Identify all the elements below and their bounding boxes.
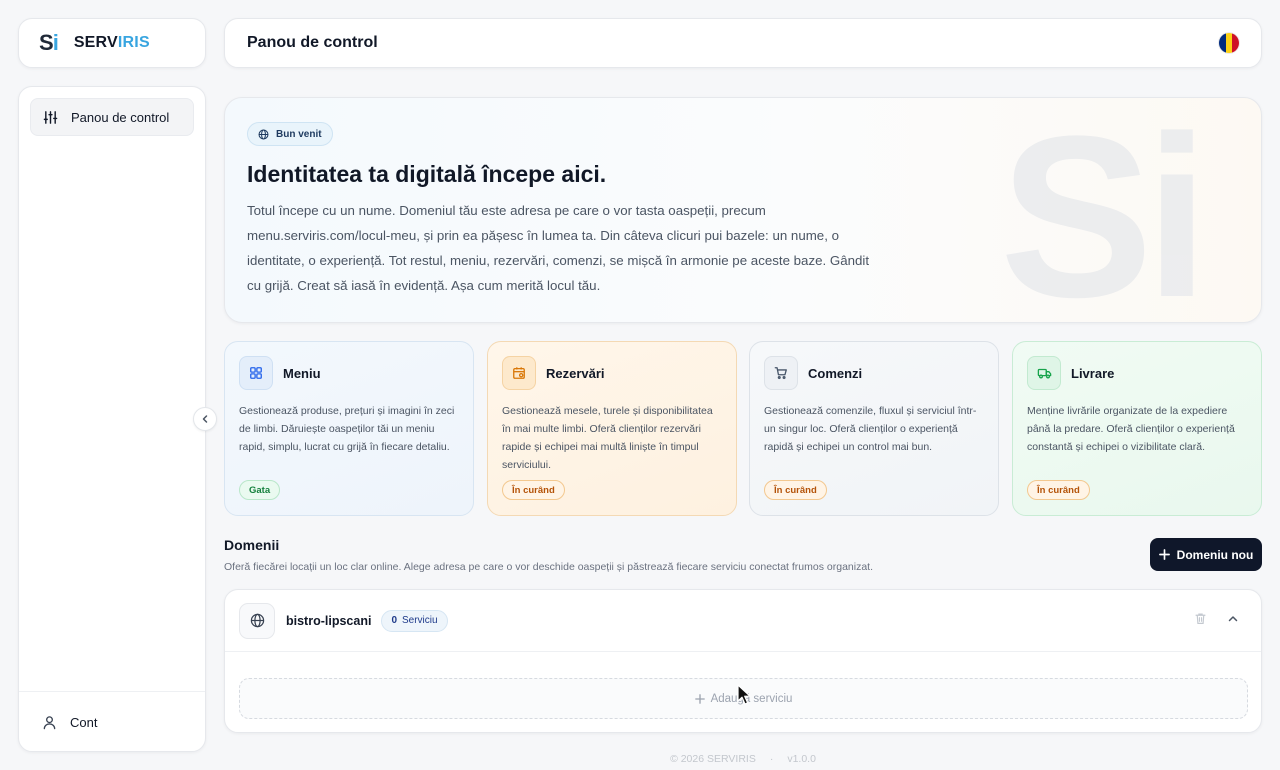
section-subtitle-domains: Oferă fiecărei locații un loc clar onlin…: [224, 561, 874, 573]
domain-card: bistro-lipscani 0 Serviciu Adaugă servic…: [224, 589, 1262, 733]
feature-card-menu[interactable]: Meniu Gestionează produse, prețuri și im…: [224, 341, 474, 516]
truck-icon: [1027, 356, 1061, 390]
cart-icon: [764, 356, 798, 390]
brand-logo[interactable]: Si SERVIRIS: [18, 18, 206, 68]
globe-icon: [239, 602, 275, 639]
logo-mark: Si: [39, 30, 59, 55]
calendar-icon: [502, 356, 536, 390]
sidebar-item-label: Panou de control: [71, 109, 170, 125]
top-header: Panou de control: [224, 18, 1262, 68]
sidebar-footer: Cont: [19, 691, 205, 751]
collapse-sidebar-button[interactable]: [193, 407, 217, 431]
new-domain-button[interactable]: Domeniu nou: [1150, 538, 1262, 571]
feature-card-reservations[interactable]: Rezervări Gestionează mesele, turele și …: [487, 341, 737, 516]
page-title: Panou de control: [247, 34, 378, 51]
status-badge: În curând: [502, 480, 565, 500]
service-count-badge: 0 Serviciu: [381, 609, 448, 632]
status-badge: Gata: [239, 480, 281, 500]
hero-watermark-logo: Si: [999, 97, 1209, 323]
status-badge: În curând: [764, 480, 827, 500]
trash-icon[interactable]: [1194, 612, 1207, 630]
chevron-up-icon[interactable]: [1227, 612, 1239, 630]
plus-icon: [694, 693, 705, 704]
feature-description: Menține livrările organizate de la exped…: [1027, 405, 1235, 453]
sidebar-item-dashboard[interactable]: Panou de control: [30, 98, 194, 136]
app-version: v1.0.0: [787, 753, 816, 765]
feature-card-orders[interactable]: Comenzi Gestionează comenzile, fluxul și…: [749, 341, 999, 516]
sidebar-item-account[interactable]: Cont: [30, 703, 194, 741]
sidebar: Panou de control Cont: [18, 86, 206, 752]
logo-text: SERVIRIS: [73, 34, 150, 51]
feature-description: Gestionează comenzile, fluxul și servici…: [764, 405, 977, 453]
welcome-badge: Bun venit: [247, 122, 333, 146]
romania-flag-icon[interactable]: [1219, 33, 1239, 53]
status-badge: În curând: [1027, 480, 1090, 500]
feature-description: Gestionează produse, prețuri și imagini …: [239, 405, 455, 453]
feature-card-delivery[interactable]: Livrare Menține livrările organizate de …: [1012, 341, 1262, 516]
sliders-icon: [41, 108, 59, 126]
chevron-left-icon: [202, 415, 208, 423]
feature-name: Livrare: [1071, 365, 1115, 381]
feature-name: Comenzi: [808, 365, 863, 381]
section-title-domains: Domenii: [224, 537, 280, 553]
hero-title: Identitatea ta digitală începe aici.: [247, 161, 607, 187]
welcome-hero: Si Bun venit Identitatea ta digitală înc…: [224, 97, 1262, 323]
sidebar-item-label: Cont: [70, 714, 98, 730]
feature-name: Rezervări: [546, 365, 605, 381]
globe-icon: [258, 129, 269, 140]
copyright: © 2026 SERVIRIS: [670, 753, 756, 765]
hero-description: Totul începe cu un nume. Domeniul tău es…: [247, 203, 870, 293]
plus-icon: [1158, 549, 1170, 560]
mouse-cursor-icon: [737, 684, 751, 705]
feature-name: Meniu: [283, 365, 321, 381]
grid-icon: [239, 356, 273, 390]
domain-row[interactable]: bistro-lipscani 0 Serviciu: [225, 590, 1261, 652]
user-icon: [40, 713, 58, 731]
footer: © 2026 SERVIRIS · v1.0.0: [670, 753, 816, 765]
feature-description: Gestionează mesele, turele și disponibil…: [502, 405, 713, 471]
domain-name: bistro-lipscani: [286, 613, 372, 628]
